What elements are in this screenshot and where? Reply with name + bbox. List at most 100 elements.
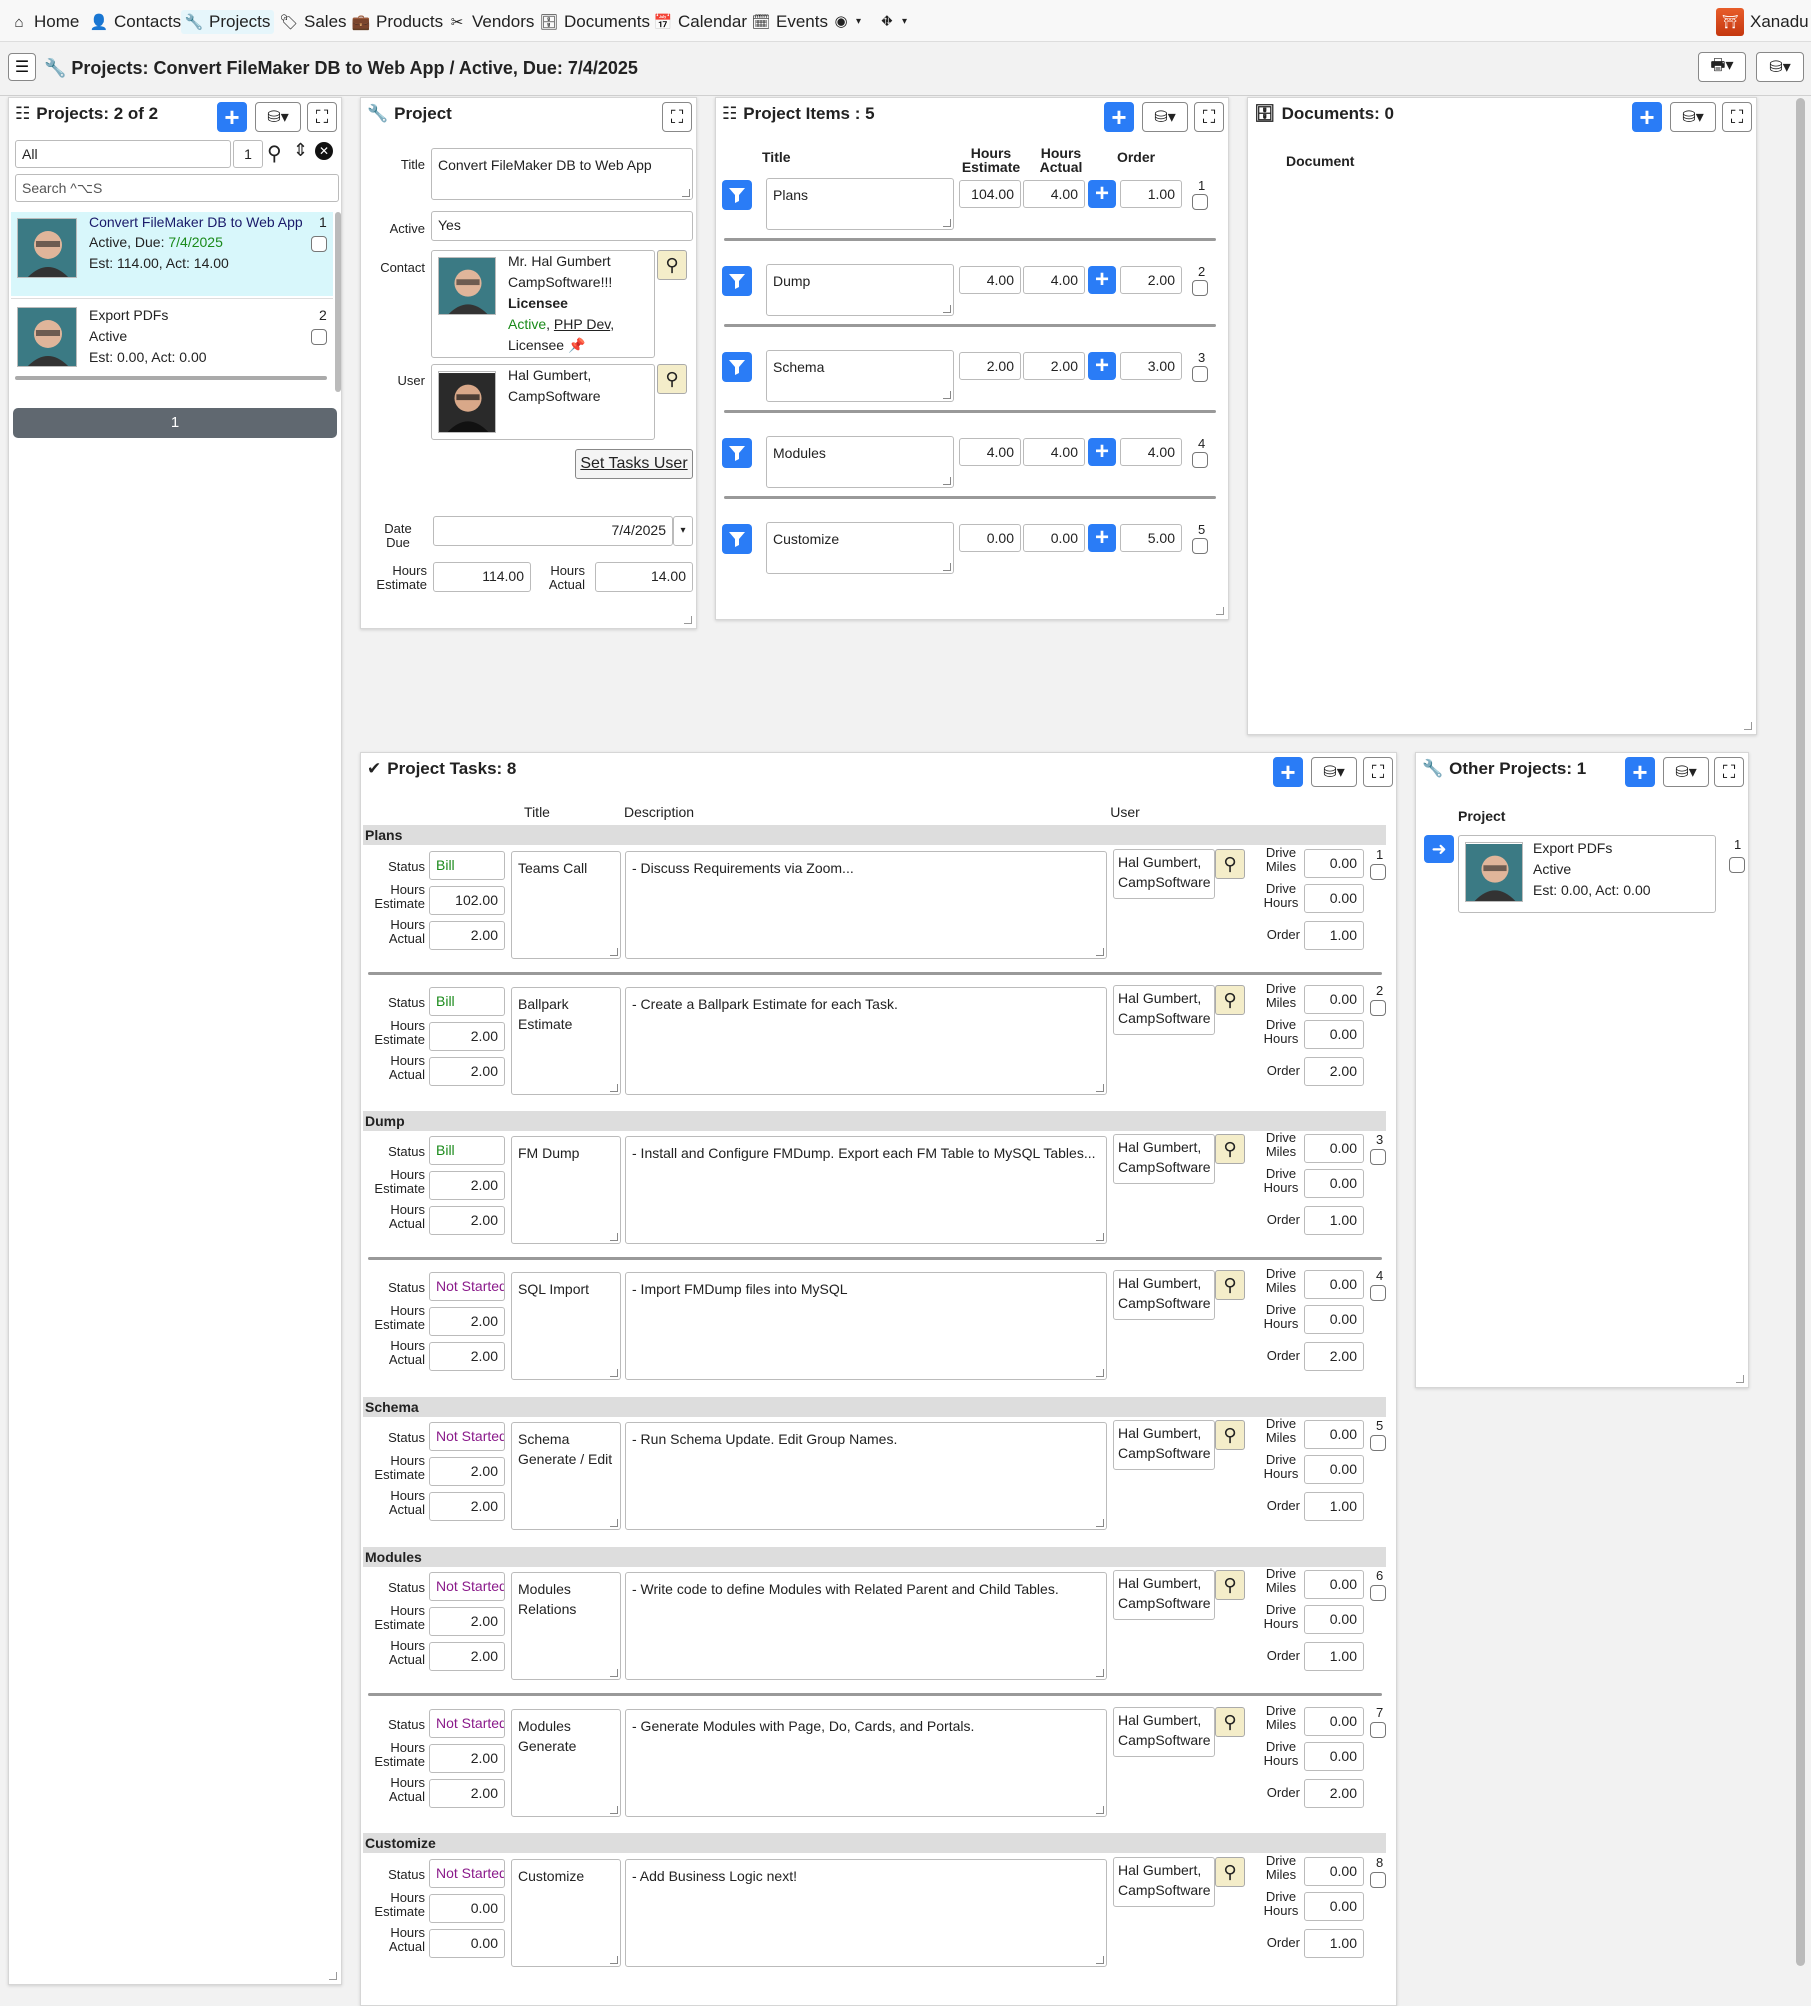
task-description-field[interactable]: - Write code to define Modules with Rela… [625, 1572, 1107, 1680]
user-search-button[interactable]: ⚲ [1215, 849, 1245, 879]
scrollbar[interactable] [335, 212, 341, 392]
task-user-card[interactable]: Hal Gumbert, CampSoftware [1113, 985, 1215, 1035]
add-task-button[interactable]: + [1088, 438, 1116, 466]
item-hours-actual[interactable]: 4.00 [1023, 180, 1085, 208]
add-document-button[interactable]: + [1632, 102, 1662, 132]
select-checkbox[interactable] [1192, 194, 1208, 210]
task-title-field[interactable]: Modules Generate [511, 1709, 621, 1817]
task-user-card[interactable]: Hal Gumbert, CampSoftware [1113, 849, 1215, 899]
task-hours-estimate[interactable]: 2.00 [429, 1744, 505, 1773]
item-order[interactable]: 5.00 [1120, 524, 1182, 552]
clear-icon[interactable]: ✕ [315, 142, 333, 160]
task-order-field[interactable]: 2.00 [1304, 1057, 1364, 1086]
item-hours-actual[interactable]: 4.00 [1023, 266, 1085, 294]
task-hours-estimate[interactable]: 2.00 [429, 1307, 505, 1336]
task-user-card[interactable]: Hal Gumbert, CampSoftware [1113, 1270, 1215, 1320]
user-search-button[interactable]: ⚲ [1215, 1134, 1245, 1164]
item-order[interactable]: 4.00 [1120, 438, 1182, 466]
database-menu-button[interactable]: ⛁▾ [1670, 102, 1716, 132]
nav-home[interactable]: ⌂ Home [6, 10, 83, 34]
task-hours-actual[interactable]: 2.00 [429, 1342, 505, 1371]
task-user-card[interactable]: Hal Gumbert, CampSoftware [1113, 1707, 1215, 1757]
task-hours-estimate[interactable]: 2.00 [429, 1457, 505, 1486]
select-checkbox[interactable] [311, 329, 327, 345]
task-user-card[interactable]: Hal Gumbert, CampSoftware [1113, 1134, 1215, 1184]
filter-button[interactable] [722, 438, 752, 468]
contact-search-button[interactable]: ⚲ [657, 250, 687, 280]
task-title-field[interactable]: FM Dump [511, 1136, 621, 1244]
select-checkbox[interactable] [1370, 1435, 1386, 1451]
task-hours-actual[interactable]: 2.00 [429, 1206, 505, 1235]
filter-select[interactable]: All [15, 140, 231, 168]
contact-link[interactable]: PHP Dev [554, 316, 610, 332]
hours-estimate-field[interactable]: 114.00 [433, 562, 531, 592]
filter-button[interactable] [722, 352, 752, 382]
select-checkbox[interactable] [1192, 452, 1208, 468]
task-description-field[interactable]: - Import FMDump files into MySQL [625, 1272, 1107, 1380]
select-checkbox[interactable] [1192, 538, 1208, 554]
drive-miles-field[interactable]: 0.00 [1304, 1270, 1364, 1299]
user-search-button[interactable]: ⚲ [657, 364, 687, 394]
item-order[interactable]: 3.00 [1120, 352, 1182, 380]
nav-contacts[interactable]: 👤 Contacts [86, 10, 185, 34]
task-user-card[interactable]: Hal Gumbert, CampSoftware [1113, 1420, 1215, 1470]
select-checkbox[interactable] [1192, 280, 1208, 296]
drive-hours-field[interactable]: 0.00 [1304, 1020, 1364, 1049]
add-other-project-button[interactable]: + [1625, 757, 1655, 787]
item-order[interactable]: 1.00 [1120, 180, 1182, 208]
task-order-field[interactable]: 1.00 [1304, 921, 1364, 950]
nav-products[interactable]: 💼 Products [348, 10, 447, 34]
task-hours-estimate[interactable]: 2.00 [429, 1171, 505, 1200]
resize-handle[interactable] [1216, 607, 1224, 615]
user-search-button[interactable]: ⚲ [1215, 1857, 1245, 1887]
user-card[interactable]: Hal Gumbert, CampSoftware [431, 364, 655, 440]
set-tasks-user-button[interactable]: Set Tasks User [575, 449, 693, 479]
item-hours-actual[interactable]: 0.00 [1023, 524, 1085, 552]
search-input[interactable]: Search ^⌥S [15, 174, 339, 202]
item-hours-estimate[interactable]: 104.00 [959, 180, 1021, 208]
task-order-field[interactable]: 1.00 [1304, 1929, 1364, 1958]
task-description-field[interactable]: - Install and Configure FMDump. Export e… [625, 1136, 1107, 1244]
resize-handle[interactable] [684, 616, 692, 624]
resize-handle[interactable] [1744, 722, 1752, 730]
other-project-card[interactable]: Export PDFs Active Est: 0.00, Act: 0.00 [1458, 835, 1716, 913]
task-hours-actual[interactable]: 2.00 [429, 1492, 505, 1521]
select-checkbox[interactable] [1370, 1285, 1386, 1301]
status-select[interactable]: Bill [429, 1136, 505, 1165]
user-menu[interactable]: ⛩ Xanadu [1712, 6, 1811, 38]
expand-button[interactable]: ⛶ [1194, 102, 1224, 132]
drive-miles-field[interactable]: 0.00 [1304, 849, 1364, 878]
user-search-button[interactable]: ⚲ [1215, 1570, 1245, 1600]
nav-events[interactable]: 🗓 Events [748, 10, 832, 34]
contact-card[interactable]: Mr. Hal Gumbert CampSoftware!!! Licensee… [431, 250, 655, 358]
task-title-field[interactable]: SQL Import [511, 1272, 621, 1380]
filter-button[interactable] [722, 180, 752, 210]
task-order-field[interactable]: 2.00 [1304, 1779, 1364, 1808]
add-task-button[interactable]: + [1088, 180, 1116, 208]
task-description-field[interactable]: - Generate Modules with Page, Do, Cards,… [625, 1709, 1107, 1817]
expand-button[interactable]: ⛶ [307, 102, 337, 132]
hours-actual-field[interactable]: 14.00 [595, 562, 693, 592]
drive-hours-field[interactable]: 0.00 [1304, 1455, 1364, 1484]
drive-miles-field[interactable]: 0.00 [1304, 1420, 1364, 1449]
filter-button[interactable] [722, 524, 752, 554]
task-hours-estimate[interactable]: 2.00 [429, 1022, 505, 1051]
add-item-button[interactable]: + [1104, 102, 1134, 132]
expand-button[interactable]: ⛶ [1363, 757, 1393, 787]
task-hours-actual[interactable]: 2.00 [429, 1779, 505, 1808]
list-item[interactable]: Convert FileMaker DB to Web App 1 Active… [11, 212, 333, 296]
select-checkbox[interactable] [1370, 1722, 1386, 1738]
task-description-field[interactable]: - Create a Ballpark Estimate for each Ta… [625, 987, 1107, 1095]
database-menu-button[interactable]: ⛁▾ [1663, 757, 1709, 787]
add-task-button[interactable]: + [1088, 524, 1116, 552]
drive-hours-field[interactable]: 0.00 [1304, 1305, 1364, 1334]
select-checkbox[interactable] [1370, 1000, 1386, 1016]
task-user-card[interactable]: Hal Gumbert, CampSoftware [1113, 1570, 1215, 1620]
sidebar-toggle-button[interactable]: ☰ [8, 53, 36, 81]
status-select[interactable]: Not Started [429, 1859, 505, 1888]
task-hours-actual[interactable]: 2.00 [429, 921, 505, 950]
go-to-project-button[interactable]: ➜ [1424, 835, 1454, 863]
status-select[interactable]: Bill [429, 987, 505, 1016]
drive-hours-field[interactable]: 0.00 [1304, 1742, 1364, 1771]
item-title-field[interactable]: Plans [766, 178, 954, 230]
